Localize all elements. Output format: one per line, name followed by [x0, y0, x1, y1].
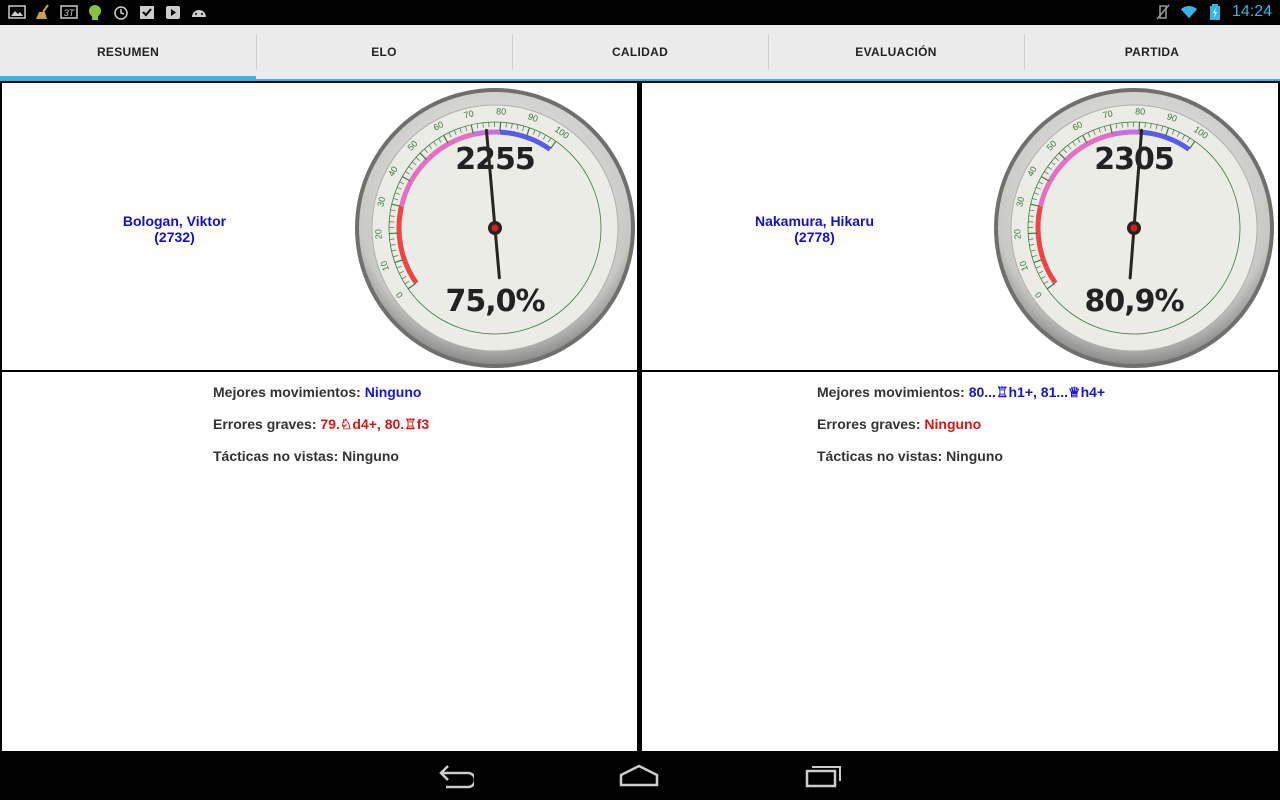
battery-charging-icon [1206, 3, 1224, 21]
gauge-tick-label: 20 [373, 229, 384, 240]
best-moves-label: Mejores movimientos: [817, 384, 969, 400]
player-1-gauge-dial: 010203040506070 80 90100225575,0% [355, 88, 635, 368]
player-2-gauge-panel: Nakamura, Hikaru (2778) 0 10 20 30 40 50 60 70 8… [642, 83, 1278, 370]
blunders-label: Errores graves: [817, 416, 925, 432]
player-2-rating: (2778) [794, 229, 835, 245]
missed-tactics-label: Tácticas no vistas: [213, 448, 343, 464]
missed-tactics-label: Tácticas no vistas: [817, 448, 947, 464]
back-icon[interactable] [436, 763, 477, 794]
gauge-arc-segment [1111, 129, 1140, 137]
status-clock: 14:24 [1231, 3, 1272, 20]
play-store-icon [164, 3, 182, 21]
blunders-row: Errores graves: Ninguno [817, 414, 1105, 446]
blunders-label: Errores graves: [213, 416, 321, 432]
best-moves-row: Mejores movimientos: Ninguno [213, 382, 429, 414]
tab-resumen[interactable]: RESUMEN [0, 25, 256, 81]
player-1-stats: Mejores movimientos: Ninguno Errores gra… [213, 382, 429, 478]
status-bar: 3T 14:24 [0, 0, 1280, 25]
system-icons: 14:24 [1154, 3, 1272, 21]
gallery-icon [8, 3, 26, 21]
android-head-icon [190, 3, 208, 21]
player-2-gauge-dial: 010203040506070 80 90100230580,9% [994, 88, 1274, 368]
wifi-icon [1180, 3, 1198, 21]
tab-calidad[interactable]: CALIDAD [512, 25, 768, 79]
player-1-name: Bologan, Viktor [122, 213, 227, 229]
tab-partida[interactable]: PARTIDA [1024, 25, 1280, 79]
missed-tactics-row: Tácticas no vistas: Ninguno [817, 446, 1105, 478]
no-vibrate-icon [1154, 3, 1172, 21]
gauge-elo-value: 2255 [455, 142, 535, 177]
gauge-tick-label: 80 [1135, 106, 1146, 117]
blunders-value: 79.♘d4+, 80.♖f3 [320, 416, 430, 432]
gauge-tick-label: 20 [1012, 229, 1023, 240]
player-1-gauge: 0 10 20 30 40 50 60 70 80 90 100 2255 75,0% [354, 87, 636, 369]
missed-tactics-value: Ninguno [946, 448, 1003, 464]
player-1-rating: (2732) [154, 229, 195, 245]
alarm-icon [112, 3, 130, 21]
summary-content: Bologan, Viktor (2732) 0 10 20 30 40 50 60 70 80… [0, 81, 1280, 751]
gauge-tick-label: 80 [496, 106, 507, 117]
missed-tactics-value: Ninguno [342, 448, 399, 464]
gauge-percent-value: 75,0% [445, 284, 545, 319]
player-1-name-block: Bologan, Viktor (2732) [102, 213, 247, 245]
player-1-stats-panel: Mejores movimientos: Ninguno Errores gra… [2, 372, 637, 751]
task-check-icon [138, 3, 156, 21]
broom-icon [34, 3, 52, 21]
best-moves-label: Mejores movimientos: [213, 384, 365, 400]
blunders-row: Errores graves: 79.♘d4+, 80.♖f3 [213, 414, 429, 446]
tab-elo[interactable]: ELO [256, 25, 512, 79]
best-moves-value: 80...♖h1+, 81...♕h4+ [968, 384, 1106, 400]
player-2-stats: Mejores movimientos: 80...♖h1+, 81...♕h4… [817, 382, 1105, 478]
navigation-bar [0, 751, 1280, 800]
notification-icons: 3T [8, 3, 208, 21]
android-icon [86, 3, 104, 21]
tab-bar: RESUMEN ELO CALIDAD EVALUACIÓN PARTIDA [0, 25, 1280, 81]
gauge-needle-cap [1130, 224, 1138, 232]
player-2-name: Nakamura, Hikaru [754, 213, 875, 229]
three-g-icon: 3T [60, 3, 78, 21]
gauge-needle-cap [491, 224, 499, 232]
player-2-name-block: Nakamura, Hikaru (2778) [742, 213, 887, 245]
tab-evaluacion[interactable]: EVALUACIÓN [768, 25, 1024, 79]
player-2-gauge: 0 10 20 30 40 50 60 70 80 90 100 2305 80,9% [993, 87, 1275, 369]
player-1-gauge-panel: Bologan, Viktor (2732) 0 10 20 30 40 50 60 70 80… [2, 83, 637, 370]
home-icon[interactable] [619, 763, 659, 794]
gauge-percent-value: 80,9% [1084, 284, 1184, 319]
missed-tactics-row: Tácticas no vistas: Ninguno [213, 446, 429, 478]
recent-apps-icon[interactable] [805, 763, 843, 794]
svg-text:3T: 3T [64, 8, 76, 18]
best-moves-value: Ninguno [364, 384, 422, 400]
best-moves-row: Mejores movimientos: 80...♖h1+, 81...♕h4… [817, 382, 1105, 414]
gauge-elo-value: 2305 [1094, 142, 1174, 177]
player-2-stats-panel: Mejores movimientos: 80...♖h1+, 81...♕h4… [642, 372, 1278, 751]
blunders-value: Ninguno [924, 416, 982, 432]
